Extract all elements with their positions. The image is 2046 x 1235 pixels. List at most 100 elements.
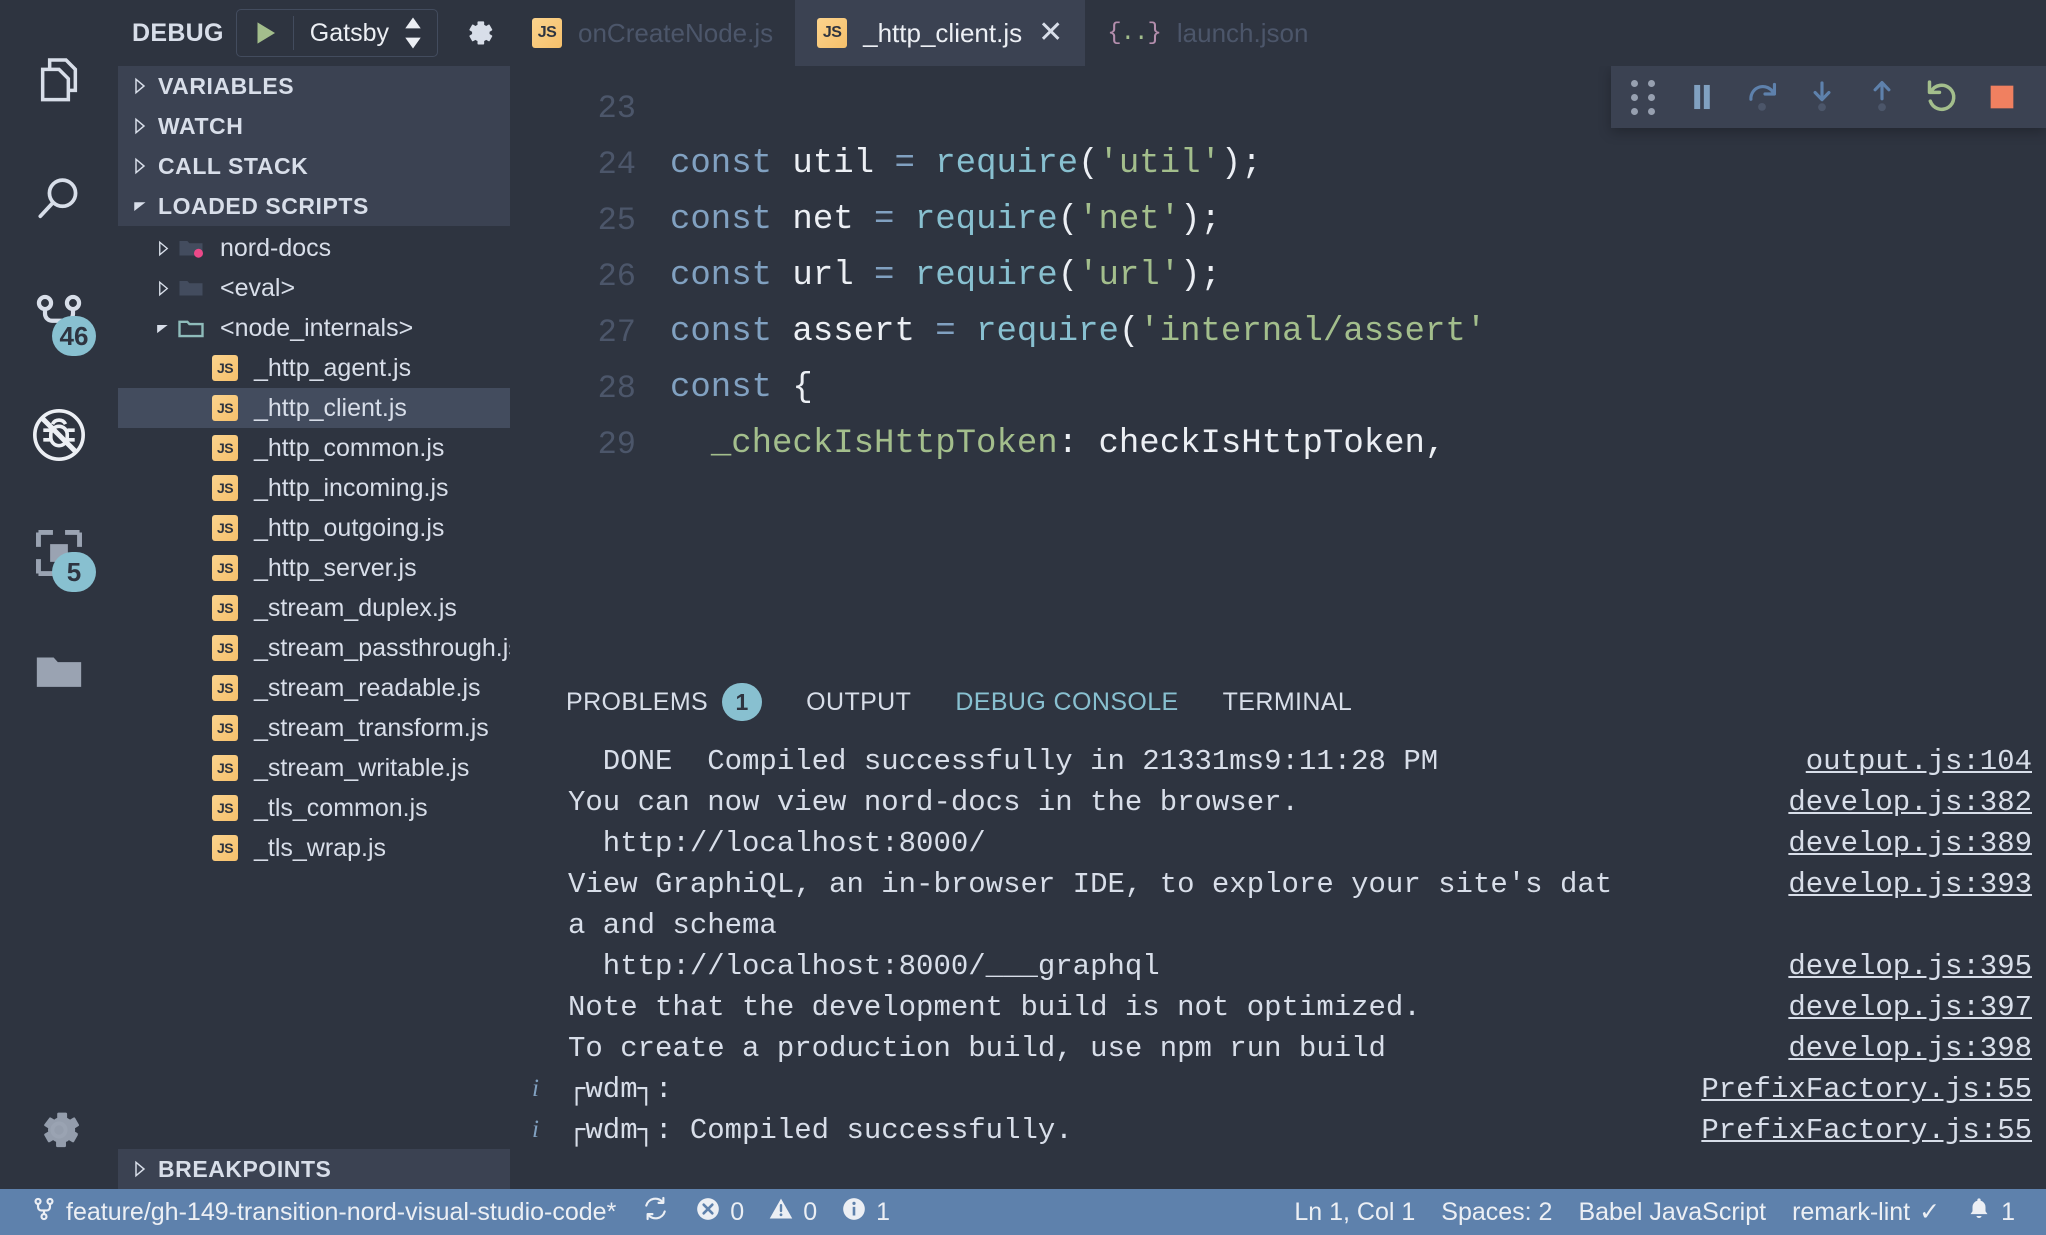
debug-console-output[interactable]: DONE Compiled successfully in 21331ms9:1… xyxy=(510,737,2046,1189)
js-file-icon: JS xyxy=(208,595,242,621)
console-source-link[interactable]: output.js:104 xyxy=(1786,745,2046,778)
tree-row[interactable]: JS _stream_passthrough.js xyxy=(118,628,510,668)
console-line-text: http://localhost:8000/___graphql xyxy=(568,950,1160,983)
console-source-link[interactable]: develop.js:395 xyxy=(1768,950,2046,983)
tree-row[interactable]: JS _http_outgoing.js xyxy=(118,508,510,548)
activity-item-search[interactable] xyxy=(0,140,118,258)
status-problems[interactable]: 0 0 1 xyxy=(682,1189,903,1235)
chevron-down-icon xyxy=(132,198,148,214)
restart-button[interactable] xyxy=(1912,66,1972,128)
step-into-button[interactable] xyxy=(1792,66,1852,128)
section-call-stack[interactable]: CALL STACK xyxy=(118,146,510,186)
panel-tab-badge: 1 xyxy=(722,683,763,721)
console-source-link[interactable]: develop.js:389 xyxy=(1768,827,2046,860)
status-language-mode[interactable]: Babel JavaScript xyxy=(1565,1189,1779,1235)
check-icon: ✓ xyxy=(1919,1198,1941,1226)
console-line: DONE Compiled successfully in 21331ms9:1… xyxy=(510,745,2046,786)
console-line-text: ┌wdm┐: xyxy=(568,1073,673,1106)
status-indentation[interactable]: Spaces: 2 xyxy=(1428,1189,1565,1235)
activity-item-remote-explorer[interactable] xyxy=(0,612,118,730)
panel-tab[interactable]: PROBLEMS 1 xyxy=(544,667,784,737)
tree-row[interactable]: JS _http_client.js xyxy=(118,388,510,428)
error-icon xyxy=(695,1196,721,1229)
tree-row[interactable]: JS _tls_common.js xyxy=(118,788,510,828)
section-watch[interactable]: WATCH xyxy=(118,106,510,146)
status-branch[interactable]: feature/gh-149-transition-nord-visual-st… xyxy=(18,1189,629,1235)
js-badge: JS xyxy=(212,555,238,581)
editor-tab[interactable]: JS onCreateNode.js xyxy=(510,0,796,66)
tree-row[interactable]: <node_internals> xyxy=(118,308,510,348)
code-line: 24 const util = require('util'); xyxy=(510,136,2046,192)
js-badge: JS xyxy=(532,18,562,48)
code-text: const assert = require('internal/assert' xyxy=(670,313,1487,351)
status-sync[interactable] xyxy=(629,1189,682,1235)
tree-row[interactable]: nord-docs xyxy=(118,228,510,268)
tree-row[interactable]: <eval> xyxy=(118,268,510,308)
debug-configuration-select[interactable]: Gatsby xyxy=(235,9,438,57)
stop-button[interactable] xyxy=(1972,66,2032,128)
editor-tab[interactable]: JS _http_client.js ✕ xyxy=(795,0,1086,66)
tree-row[interactable]: JS _stream_transform.js xyxy=(118,708,510,748)
console-source-link[interactable]: develop.js:382 xyxy=(1768,786,2046,819)
tree-row-label: _stream_writable.js xyxy=(254,753,470,782)
activity-item-source-control[interactable]: 46 xyxy=(0,258,118,376)
tree-row[interactable]: JS _stream_readable.js xyxy=(118,668,510,708)
status-cursor-position[interactable]: Ln 1, Col 1 xyxy=(1281,1189,1428,1235)
js-badge: JS xyxy=(212,595,238,621)
play-icon[interactable] xyxy=(237,18,293,48)
code-text: const net = require('net'); xyxy=(670,201,1221,239)
editor-tab[interactable]: {..} launch.json xyxy=(1085,0,1331,66)
section-breakpoints[interactable]: BREAKPOINTS xyxy=(118,1149,510,1189)
tree-row[interactable]: JS _tls_wrap.js xyxy=(118,828,510,868)
activity-item-run-and-debug[interactable] xyxy=(0,376,118,494)
js-badge: JS xyxy=(212,355,238,381)
code-text: const url = require('url'); xyxy=(670,257,1221,295)
step-out-button[interactable] xyxy=(1852,66,1912,128)
tree-row[interactable]: JS _http_agent.js xyxy=(118,348,510,388)
chevron-right-icon xyxy=(132,117,148,135)
tree-row[interactable]: JS _stream_duplex.js xyxy=(118,588,510,628)
js-badge: JS xyxy=(212,835,238,861)
section-loaded-scripts[interactable]: LOADED SCRIPTS xyxy=(118,186,510,226)
step-over-button[interactable] xyxy=(1732,66,1792,128)
activity-item-explorer[interactable] xyxy=(0,22,118,140)
code-editor[interactable]: 23 24 const util = require('util'); 25 const… xyxy=(510,66,2046,667)
vscode-window: 46 5 DEBUG Gatsby VARIABLES WATCH CALL S… xyxy=(0,0,2046,1235)
debug-sidebar: DEBUG Gatsby VARIABLES WATCH CALL STACK … xyxy=(118,0,558,1189)
activity-item-manage[interactable] xyxy=(0,1071,118,1189)
status-linter[interactable]: remark-lint ✓ xyxy=(1779,1189,1953,1235)
section-title: VARIABLES xyxy=(158,72,295,99)
grip-icon[interactable] xyxy=(1625,79,1672,115)
chevron-updown-icon[interactable] xyxy=(403,16,437,50)
status-branch-label: feature/gh-149-transition-nord-visual-st… xyxy=(66,1197,617,1226)
pause-button[interactable] xyxy=(1672,66,1732,128)
tree-row[interactable]: JS _http_incoming.js xyxy=(118,468,510,508)
panel-tab[interactable]: DEBUG CONSOLE xyxy=(933,667,1200,737)
console-source-link[interactable]: develop.js:398 xyxy=(1768,1032,2046,1065)
console-source-link[interactable]: develop.js:393 xyxy=(1768,868,2046,901)
js-file-icon: JS xyxy=(208,835,242,861)
console-source-link[interactable]: PrefixFactory.js:55 xyxy=(1681,1073,2046,1106)
close-icon[interactable]: ✕ xyxy=(1038,18,1063,48)
editor-tab-label: _http_client.js xyxy=(863,17,1023,48)
status-notifications[interactable]: 1 xyxy=(1953,1189,2028,1235)
section-variables[interactable]: VARIABLES xyxy=(118,66,510,106)
debug-settings-gear-icon[interactable] xyxy=(450,13,506,53)
console-source-link[interactable]: develop.js:397 xyxy=(1768,991,2046,1024)
tree-row-label: _http_client.js xyxy=(254,393,407,422)
activity-item-extensions[interactable]: 5 xyxy=(0,494,118,612)
code-text: const { xyxy=(670,369,813,407)
section-title: BREAKPOINTS xyxy=(158,1155,332,1182)
tree-row-label: <eval> xyxy=(220,273,296,302)
tree-row[interactable]: JS _http_server.js xyxy=(118,548,510,588)
console-line-text: View GraphiQL, an in-browser IDE, to exp… xyxy=(568,868,1613,901)
panel-tab[interactable]: OUTPUT xyxy=(784,667,933,737)
error-count: 0 xyxy=(730,1197,745,1226)
js-file-icon: JS xyxy=(208,515,242,541)
tree-row[interactable]: JS _http_common.js xyxy=(118,428,510,468)
panel-tab[interactable]: TERMINAL xyxy=(1201,667,1375,737)
console-source-link[interactable]: PrefixFactory.js:55 xyxy=(1681,1114,2046,1147)
tree-row-label: _http_server.js xyxy=(254,553,417,582)
tree-row[interactable]: JS _stream_writable.js xyxy=(118,748,510,788)
bell-icon xyxy=(1966,1196,1992,1229)
